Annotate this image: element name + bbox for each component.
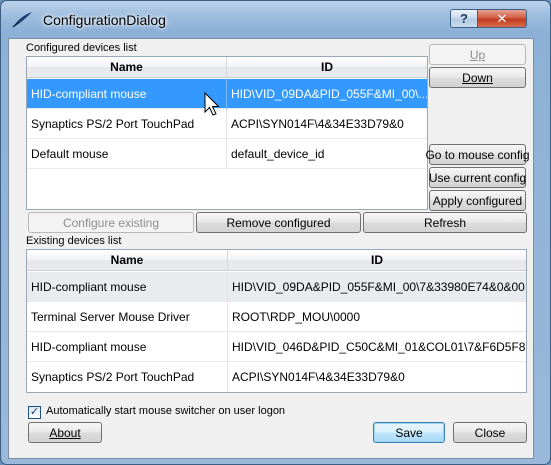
configured-devices-table[interactable]: Name ID HID-compliant mouse HID\VID_09DA… bbox=[26, 56, 428, 210]
existing-devices-label: Existing devices list bbox=[26, 235, 122, 247]
up-button-label: Up bbox=[469, 47, 486, 62]
configured-row[interactable]: Synaptics PS/2 Port TouchPad ACPI\SYN014… bbox=[27, 109, 427, 139]
apply-configured-label: Apply configured bbox=[432, 193, 523, 208]
down-button-label: Down bbox=[462, 70, 493, 85]
remove-configured-label: Remove configured bbox=[226, 215, 331, 230]
mouse-pointer-icon bbox=[204, 92, 220, 116]
configured-devices-label: Configured devices list bbox=[26, 42, 137, 54]
save-button[interactable]: Save bbox=[373, 422, 445, 443]
dialog-client-area: Configured devices list Name ID HID-comp… bbox=[8, 38, 534, 459]
use-current-config-label: Use current config bbox=[428, 170, 527, 185]
device-id-cell: ROOT\RDP_MOU\0000 bbox=[232, 310, 361, 324]
configure-existing-button[interactable]: Configure existing bbox=[28, 212, 194, 233]
configure-existing-label: Configure existing bbox=[62, 215, 160, 230]
device-id-cell: HID\VID_09DA&PID_055F&MI_00\7&33980E74&0… bbox=[232, 280, 526, 294]
device-id-cell: HID\VID_046D&PID_C50C&MI_01&COL01\7&F6D5… bbox=[232, 340, 526, 354]
remove-configured-button[interactable]: Remove configured bbox=[196, 212, 361, 233]
help-button[interactable]: ? bbox=[450, 9, 478, 28]
feather-app-icon bbox=[12, 12, 32, 28]
device-id-cell: ACPI\SYN014F\4&34E33D79&0 bbox=[232, 370, 405, 384]
apply-configured-button[interactable]: Apply configured bbox=[429, 190, 526, 211]
window-title: ConfigurationDialog bbox=[43, 12, 166, 28]
close-label: Close bbox=[474, 425, 506, 440]
go-to-mouse-config-label: Go to mouse config bbox=[425, 147, 530, 162]
go-to-mouse-config-button[interactable]: Go to mouse config bbox=[425, 144, 530, 165]
close-button[interactable]: Close bbox=[453, 422, 527, 443]
configured-row[interactable]: Default mouse default_device_id bbox=[27, 139, 427, 169]
device-name-cell: Synaptics PS/2 Port TouchPad bbox=[27, 109, 227, 139]
configured-table-header: Name ID bbox=[27, 57, 427, 78]
device-id-cell: ACPI\SYN014F\4&34E33D79&0 bbox=[231, 117, 404, 131]
window-close-button[interactable]: ✕ bbox=[477, 9, 527, 28]
column-header-id[interactable]: ID bbox=[227, 57, 427, 78]
existing-devices-table[interactable]: Name ID HID-compliant mouse HID\VID_09DA… bbox=[26, 249, 527, 393]
autostart-checkbox[interactable]: ✓ bbox=[28, 406, 41, 419]
column-header-id[interactable]: ID bbox=[228, 250, 526, 271]
existing-table-header: Name ID bbox=[27, 250, 526, 271]
device-name-cell: HID-compliant mouse bbox=[27, 332, 228, 362]
column-header-name[interactable]: Name bbox=[27, 250, 228, 271]
refresh-label: Refresh bbox=[423, 215, 467, 230]
device-name-cell: HID-compliant mouse bbox=[27, 272, 228, 302]
autostart-label: Automatically start mouse switcher on us… bbox=[46, 405, 286, 417]
about-label: About bbox=[49, 425, 81, 440]
column-header-name[interactable]: Name bbox=[27, 57, 227, 78]
device-name-cell: Terminal Server Mouse Driver bbox=[27, 302, 228, 332]
title-bar[interactable]: ConfigurationDialog ? ✕ bbox=[1, 1, 550, 37]
device-name-cell: Synaptics PS/2 Port TouchPad bbox=[27, 362, 228, 392]
device-id-cell: HID\VID_09DA&PID_055F&MI_00\... bbox=[231, 87, 427, 101]
about-button[interactable]: About bbox=[28, 422, 102, 443]
existing-row[interactable]: Synaptics PS/2 Port TouchPad ACPI\SYN014… bbox=[27, 362, 526, 392]
configuration-dialog-window: ConfigurationDialog ? ✕ Configured devic… bbox=[0, 0, 551, 465]
existing-row[interactable]: HID-compliant mouse HID\VID_046D&PID_C50… bbox=[27, 332, 526, 362]
refresh-button[interactable]: Refresh bbox=[363, 212, 527, 233]
existing-row[interactable]: Terminal Server Mouse Driver ROOT\RDP_MO… bbox=[27, 302, 526, 332]
save-label: Save bbox=[395, 425, 423, 440]
existing-row[interactable]: HID-compliant mouse HID\VID_09DA&PID_055… bbox=[27, 272, 526, 302]
up-button[interactable]: Up bbox=[429, 44, 526, 65]
down-button[interactable]: Down bbox=[429, 67, 526, 88]
device-name-cell: Default mouse bbox=[27, 139, 227, 169]
configured-row[interactable]: HID-compliant mouse HID\VID_09DA&PID_055… bbox=[27, 79, 427, 109]
device-name-cell: HID-compliant mouse bbox=[27, 79, 227, 109]
use-current-config-button[interactable]: Use current config bbox=[429, 167, 526, 188]
device-id-cell: default_device_id bbox=[231, 147, 325, 161]
